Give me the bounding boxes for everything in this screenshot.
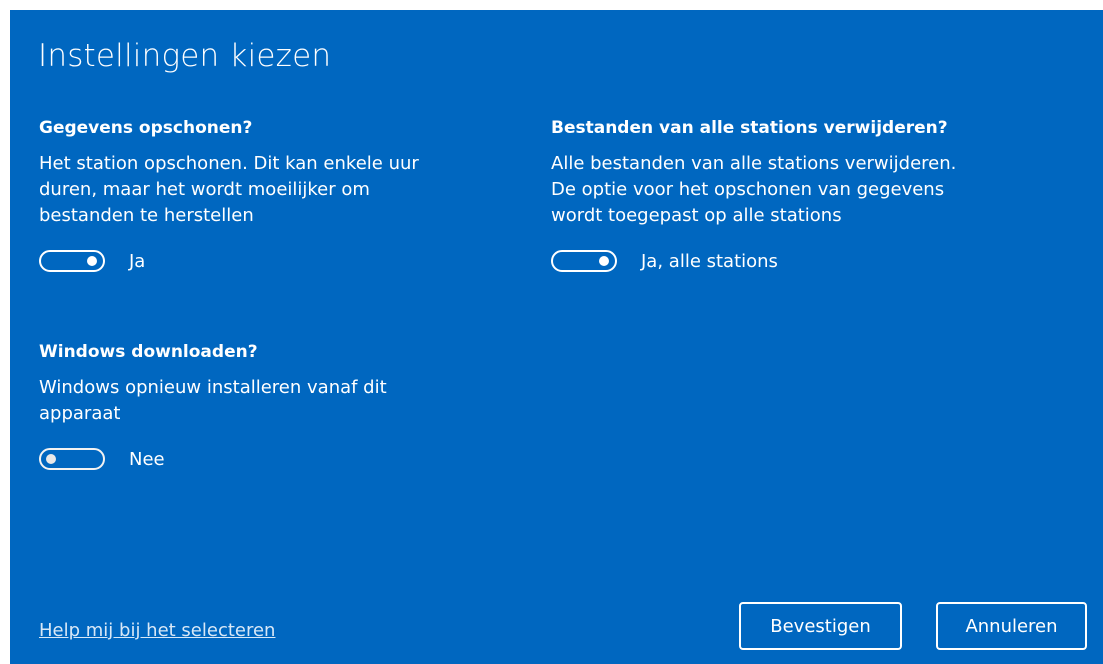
confirm-button[interactable]: Bevestigen [739, 602, 902, 650]
wipe-data-description: Het station opschonen. Dit kan enkele uu… [39, 153, 419, 226]
all-drives-toggle[interactable] [551, 250, 617, 272]
setting-download-windows: Windows downloaden? Windows opnieuw inst… [39, 341, 519, 473]
all-drives-toggle-label: Ja, alle stations [641, 250, 778, 272]
download-windows-toggle-label: Nee [129, 448, 165, 470]
toggle-knob [87, 256, 97, 266]
settings-dialog: Instellingen kiezen Gegevens opschonen? … [10, 10, 1103, 664]
help-me-choose-link[interactable]: Help mij bij het selecteren [39, 620, 275, 641]
toggle-knob [599, 256, 609, 266]
toggle-knob [46, 454, 56, 464]
wipe-data-heading: Gegevens opschonen? [39, 118, 253, 138]
download-windows-toggle-row: Nee [39, 445, 519, 473]
setting-wipe-data: Gegevens opschonen? Het station opschone… [39, 117, 519, 275]
setting-all-drives: Bestanden van alle stations verwijderen?… [551, 117, 1071, 275]
wipe-data-toggle[interactable] [39, 250, 105, 272]
download-windows-toggle[interactable] [39, 448, 105, 470]
dialog-title: Instellingen kiezen [38, 38, 332, 74]
all-drives-toggle-row: Ja, alle stations [551, 247, 1071, 275]
wipe-data-toggle-label: Ja [129, 250, 146, 272]
all-drives-heading: Bestanden van alle stations verwijderen? [551, 118, 948, 138]
cancel-button[interactable]: Annuleren [936, 602, 1087, 650]
all-drives-description: Alle bestanden van alle stations verwijd… [551, 153, 957, 226]
wipe-data-toggle-row: Ja [39, 247, 519, 275]
download-windows-description: Windows opnieuw installeren vanaf dit ap… [39, 377, 387, 424]
download-windows-heading: Windows downloaden? [39, 342, 258, 362]
